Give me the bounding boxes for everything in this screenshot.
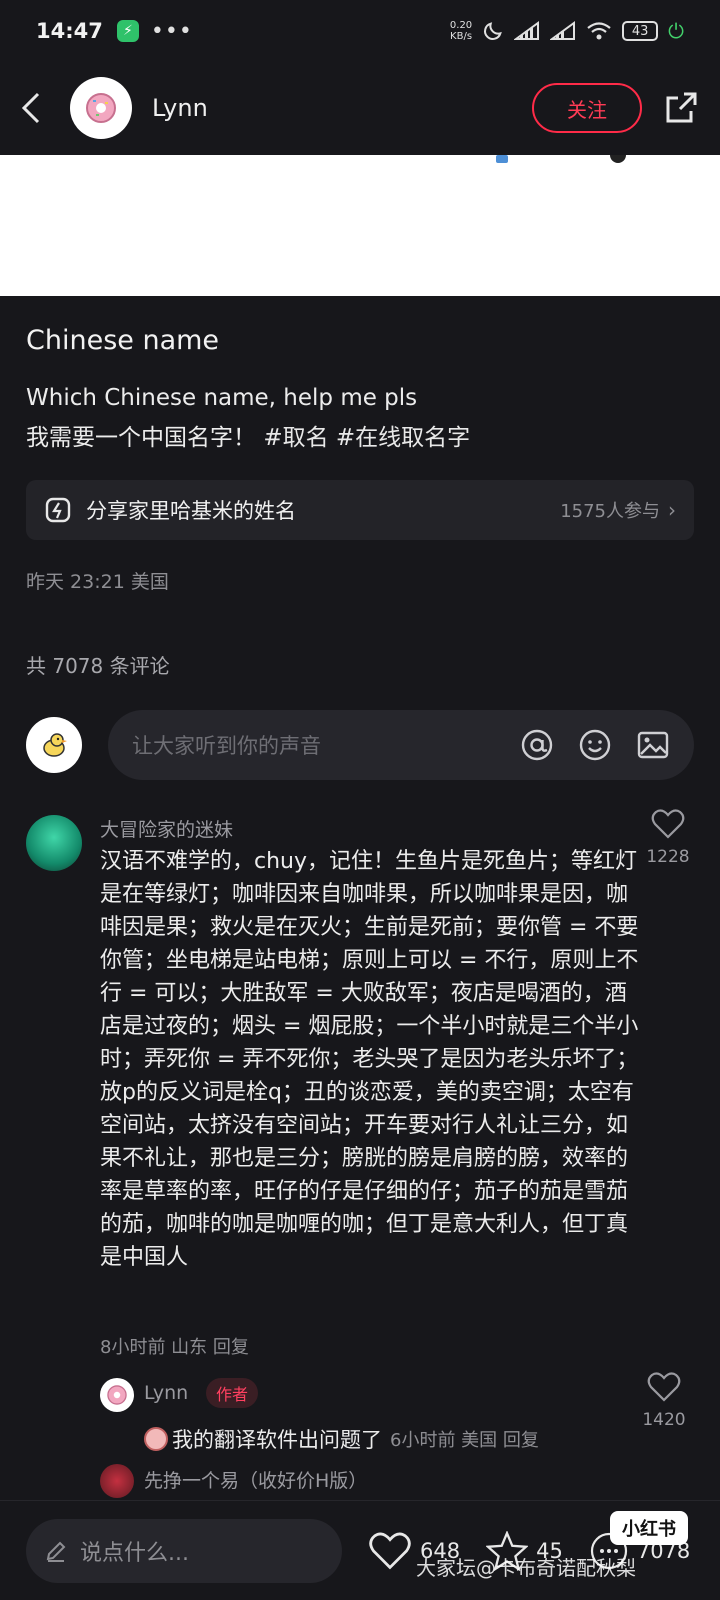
watermark-text: 大家坛@卡布奇诺配秋梨 — [416, 1556, 636, 1580]
comment-text[interactable]: 汉语不难学的，chuy，记住！生鱼片是死鱼片；等红灯是在等绿灯；咖啡因来自咖啡果… — [100, 845, 648, 1274]
follow-button[interactable]: 关注 — [532, 83, 642, 133]
status-indicators: 0.20 KB/s 43 ⏻ — [450, 19, 684, 43]
emoji-icon[interactable] — [578, 728, 612, 762]
moon-icon — [484, 22, 502, 40]
net-speed-unit: KB/s — [450, 31, 473, 42]
reply-meta: 6小时前 美国 回复 — [390, 1430, 539, 1451]
topic-card[interactable]: 分享家里哈基米的姓名 1575人参与 › — [26, 480, 694, 540]
signal-icon-2 — [550, 21, 576, 40]
status-time: 14:47 — [36, 19, 103, 43]
at-icon[interactable] — [520, 728, 554, 762]
reply-text-content: 我的翻译软件出问题了 — [172, 1428, 382, 1452]
image-fragment — [610, 155, 626, 163]
say-something-placeholder: 说点什么... — [80, 1540, 189, 1566]
back-arrow-icon — [21, 92, 40, 124]
donut-icon — [86, 93, 116, 123]
post-line-2-text: 我需要一个中国名字！ — [26, 425, 256, 451]
share-icon — [666, 92, 697, 123]
reply-author-name[interactable]: 先挣一个易（收好价H版） — [144, 1466, 367, 1493]
reply-author-avatar[interactable] — [100, 1464, 134, 1498]
share-button[interactable] — [664, 91, 700, 125]
reply-author-avatar[interactable] — [100, 1378, 134, 1412]
comment-input-placeholder: 让大家听到你的声音 — [132, 734, 321, 758]
commenter-avatar[interactable] — [26, 815, 82, 871]
sad-face-emoji-icon — [144, 1427, 168, 1451]
comment-like-button[interactable]: 1228 — [640, 809, 696, 867]
post-header: Lynn 关注 — [0, 62, 720, 154]
author-badge: 作者 — [206, 1378, 259, 1408]
status-bar: 14:47 ⚡ ••• 0.20 KB/s 43 ⏻ — [0, 0, 720, 62]
topic-title: 分享家里哈基米的姓名 — [86, 499, 296, 523]
hashtag-link[interactable]: #取名 — [263, 425, 328, 451]
network-speed: 0.20 KB/s — [450, 20, 472, 42]
heart-icon — [647, 1372, 681, 1402]
comment-composer: 让大家听到你的声音 — [26, 710, 694, 780]
author-avatar[interactable] — [70, 77, 132, 139]
commenter-name[interactable]: 大冒险家的迷妹 — [100, 815, 233, 842]
author-name[interactable]: Lynn — [152, 94, 208, 122]
comment-count: 共 7078 条评论 — [26, 654, 170, 678]
post-timestamp: 昨天 23:21 美国 — [26, 571, 169, 593]
heart-icon — [369, 1532, 411, 1569]
say-something-input[interactable]: 说点什么... — [26, 1518, 342, 1583]
signal-icon — [514, 21, 540, 40]
reply-like-count: 1420 — [642, 1410, 686, 1430]
donut-icon — [107, 1385, 127, 1405]
reply-like-button[interactable]: 1420 — [634, 1372, 694, 1430]
comment-meta[interactable]: 8小时前 山东 回复 — [100, 1333, 249, 1359]
post-body: Which Chinese name, help me pls 我需要一个中国名… — [26, 378, 470, 458]
comment-input[interactable]: 让大家听到你的声音 — [108, 710, 694, 780]
duck-icon — [43, 733, 67, 757]
back-button[interactable] — [20, 91, 50, 125]
post-image[interactable] — [0, 155, 720, 296]
post-title: Chinese name — [26, 325, 220, 356]
post-line-2: 我需要一个中国名字！ #取名 #在线取名字 — [26, 418, 470, 458]
wifi-icon — [587, 22, 611, 40]
charging-icon: ⏻ — [668, 19, 684, 43]
post-line-1: Which Chinese name, help me pls — [26, 385, 418, 411]
app-notification-icon: ⚡ — [116, 20, 139, 42]
chevron-right-icon: › — [668, 498, 676, 522]
topic-participants: 1575人参与 — [560, 501, 660, 522]
pencil-icon — [46, 1541, 66, 1562]
battery-indicator: 43 — [622, 21, 659, 41]
watermark-logo: 小红书 — [610, 1511, 688, 1545]
more-notifications-icon: ••• — [150, 18, 193, 44]
heart-icon — [651, 809, 685, 839]
image-fragment — [496, 155, 508, 163]
image-icon[interactable] — [636, 728, 670, 762]
reply-author-name[interactable]: Lynn — [144, 1382, 188, 1404]
hashtag-link[interactable]: #在线取名字 — [336, 425, 470, 451]
comment-like-count: 1228 — [646, 847, 690, 867]
net-speed-value: 0.20 — [449, 20, 473, 31]
reply-text[interactable]: 我的翻译软件出问题了 6小时前 美国 回复 — [144, 1424, 539, 1454]
topic-icon — [45, 497, 71, 523]
composer-tools — [520, 728, 670, 762]
my-avatar — [26, 717, 82, 773]
